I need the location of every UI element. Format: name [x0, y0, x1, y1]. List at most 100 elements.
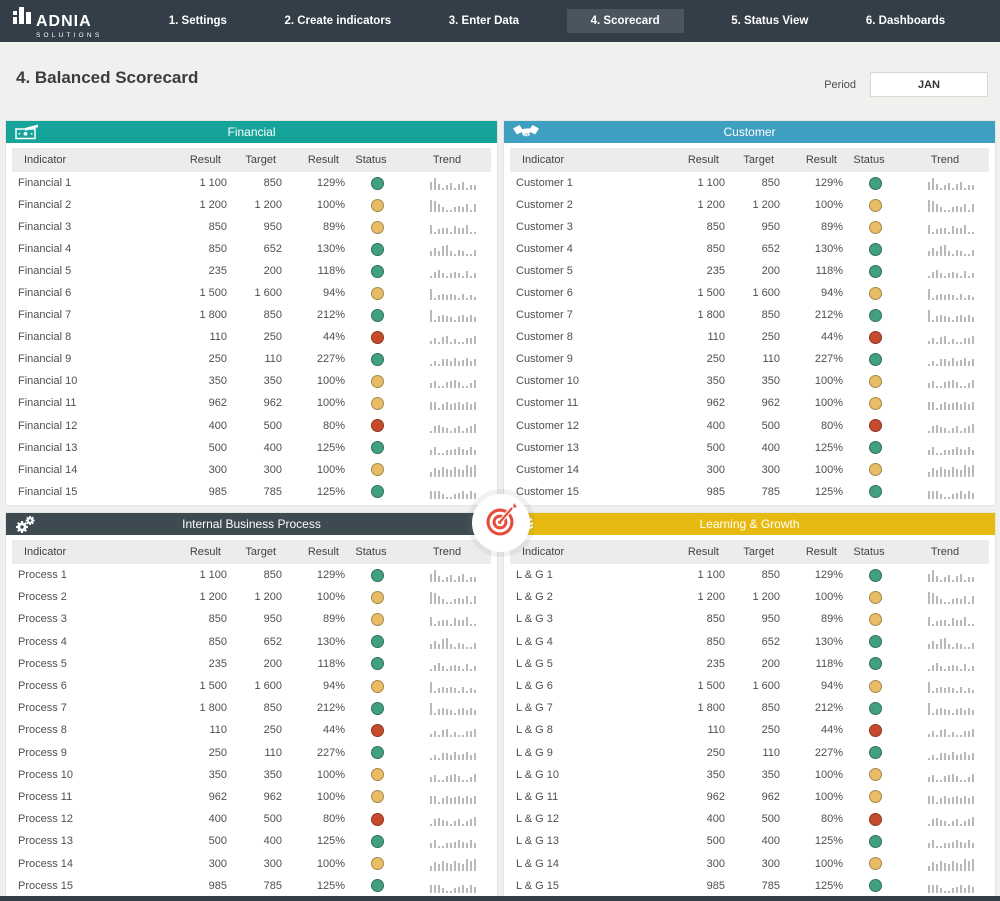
result-value: 300 — [665, 858, 725, 870]
target-value: 1 200 — [227, 591, 282, 603]
result-value: 962 — [167, 791, 227, 803]
result-value: 250 — [167, 747, 227, 759]
result-pct-value: 212% — [282, 309, 345, 321]
target-value: 400 — [227, 442, 282, 454]
target-value: 962 — [227, 397, 282, 409]
target-value: 250 — [227, 724, 282, 736]
target-icon — [481, 501, 521, 546]
nav-item-status-view[interactable]: 5. Status View — [721, 9, 818, 33]
table-row: L & G 5235200118% — [504, 653, 995, 675]
indicator-label: Process 3 — [6, 613, 167, 625]
table-row: Process 385095089% — [6, 608, 497, 630]
indicator-label: Financial 4 — [6, 243, 167, 255]
indicator-label: Process 2 — [6, 591, 167, 603]
cash-icon — [15, 123, 39, 140]
nav-item-settings[interactable]: 1. Settings — [159, 9, 237, 33]
table-row: Financial 1240050080% — [6, 415, 497, 437]
trend-sparkline — [928, 396, 974, 410]
col-result-pct: Result — [276, 154, 339, 166]
status-dot-red — [869, 331, 882, 344]
indicator-label: Customer 10 — [504, 375, 665, 387]
table-row: L & G 1240050080% — [504, 808, 995, 830]
trend-sparkline — [430, 857, 476, 871]
result-pct-value: 130% — [282, 243, 345, 255]
trend-sparkline — [928, 568, 974, 582]
nav-item-enter-data[interactable]: 3. Enter Data — [439, 9, 529, 33]
indicator-label: Customer 8 — [504, 331, 665, 343]
target-value: 850 — [725, 177, 780, 189]
status-dot-green — [371, 441, 384, 454]
column-headers: Indicator Result Target Result Status Tr… — [510, 540, 989, 564]
result-pct-value: 118% — [282, 265, 345, 277]
col-result: Result — [659, 546, 719, 558]
result-pct-value: 227% — [780, 747, 843, 759]
table-row: Customer 5235200118% — [504, 260, 995, 282]
result-pct-value: 100% — [282, 591, 345, 603]
result-value: 1 100 — [665, 569, 725, 581]
trend-sparkline — [430, 635, 476, 649]
trend-sparkline — [430, 198, 476, 212]
trend-sparkline — [430, 308, 476, 322]
status-dot-green — [371, 177, 384, 190]
status-dot-yellow — [371, 199, 384, 212]
result-value: 110 — [665, 331, 725, 343]
page-title: 4. Balanced Scorecard — [16, 68, 198, 88]
result-value: 850 — [665, 613, 725, 625]
result-value: 235 — [665, 265, 725, 277]
result-value: 1 100 — [167, 177, 227, 189]
status-dot-green — [371, 569, 384, 582]
indicator-label: Financial 8 — [6, 331, 167, 343]
indicator-label: Financial 13 — [6, 442, 167, 454]
trend-sparkline — [430, 441, 476, 455]
trend-sparkline — [928, 857, 974, 871]
trend-sparkline — [430, 612, 476, 626]
result-pct-value: 80% — [780, 420, 843, 432]
result-pct-value: 118% — [780, 658, 843, 670]
status-dot-green — [371, 879, 384, 892]
trend-sparkline — [928, 419, 974, 433]
status-dot-green — [371, 657, 384, 670]
target-value: 500 — [227, 813, 282, 825]
table-row: L & G 385095089% — [504, 608, 995, 630]
table-row: Process 71 800850212% — [6, 697, 497, 719]
table-row: Customer 71 800850212% — [504, 304, 995, 326]
indicator-label: Customer 2 — [504, 199, 665, 211]
target-value: 850 — [227, 569, 282, 581]
nav-item-scorecard[interactable]: 4. Scorecard — [567, 9, 684, 33]
logo-bars-icon — [12, 3, 32, 30]
result-value: 110 — [167, 724, 227, 736]
table-row: Process 811025044% — [6, 719, 497, 741]
result-pct-value: 89% — [780, 221, 843, 233]
target-badge — [472, 494, 530, 552]
status-dot-green — [371, 243, 384, 256]
status-dot-green — [869, 635, 882, 648]
status-dot-green — [371, 309, 384, 322]
status-dot-yellow — [371, 397, 384, 410]
result-pct-value: 44% — [282, 724, 345, 736]
adnia-logo: ADNIA SOLUTIONS — [0, 3, 132, 39]
table-row: Financial 9250110227% — [6, 348, 497, 370]
target-value: 1 600 — [725, 680, 780, 692]
result-pct-value: 125% — [282, 442, 345, 454]
period-select[interactable]: JAN — [870, 72, 988, 97]
nav-item-create-indicators[interactable]: 2. Create indicators — [274, 9, 401, 33]
result-pct-value: 100% — [780, 591, 843, 603]
result-pct-value: 89% — [282, 613, 345, 625]
result-value: 350 — [665, 375, 725, 387]
result-value: 1 100 — [167, 569, 227, 581]
result-pct-value: 100% — [780, 199, 843, 211]
result-value: 985 — [665, 486, 725, 498]
table-row: L & G 15985785125% — [504, 875, 995, 897]
col-target: Target — [221, 154, 276, 166]
target-value: 652 — [227, 636, 282, 648]
result-pct-value: 100% — [282, 464, 345, 476]
col-result: Result — [161, 154, 221, 166]
target-value: 350 — [725, 769, 780, 781]
result-pct-value: 118% — [780, 265, 843, 277]
nav-item-dashboards[interactable]: 6. Dashboards — [856, 9, 955, 33]
panel-title: Internal Business Process — [6, 517, 497, 531]
target-value: 850 — [227, 177, 282, 189]
table-row: Customer 811025044% — [504, 326, 995, 348]
indicator-label: Process 5 — [6, 658, 167, 670]
trend-sparkline — [928, 485, 974, 499]
